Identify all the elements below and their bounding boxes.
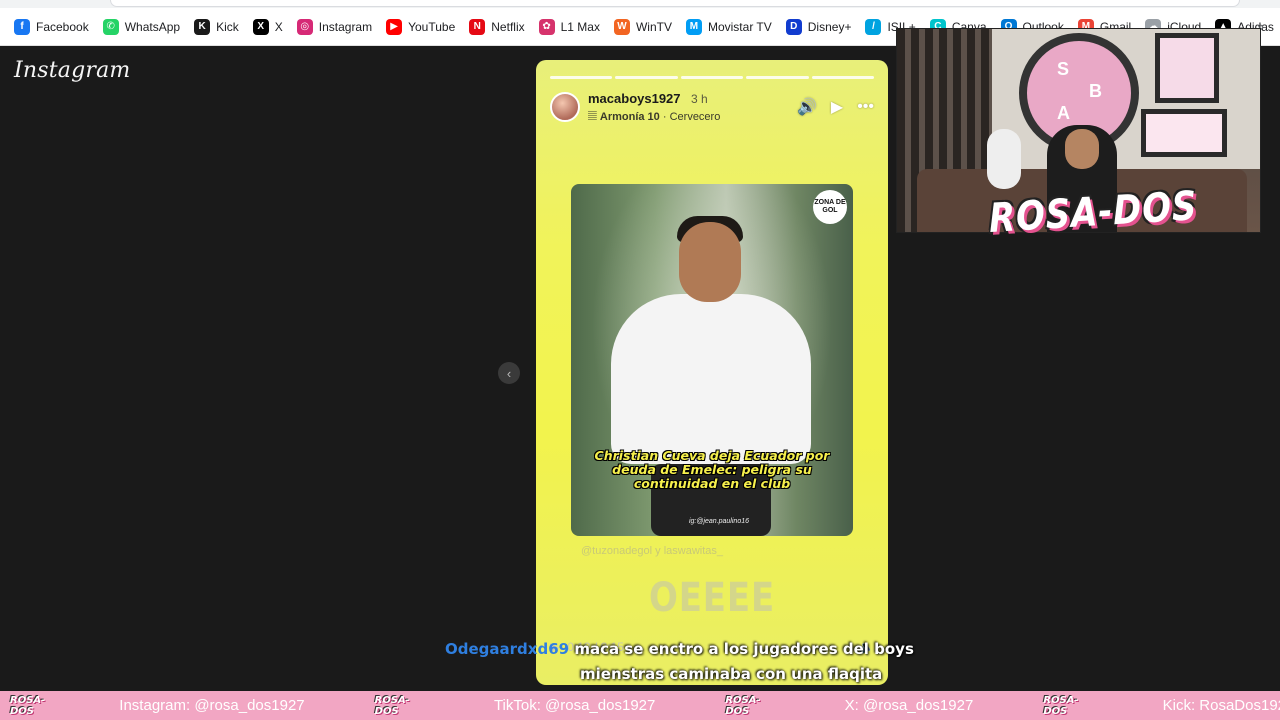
chat-username: Odegaardxd69 [445,640,570,658]
music-title: Cervecero [669,111,721,123]
l1max-icon: ✿ [538,18,555,35]
ticker-logo: ROSA-DOS [725,694,761,717]
bookmark-label: Kick [216,19,239,34]
photo-credit: ig:@jean.paulino16 [688,518,749,525]
instagram-icon: ◎ [296,18,313,35]
bookmark-label: L1 Max [560,19,600,34]
bookmark-kick[interactable]: K Kick [188,13,245,41]
cam-plush-toy [987,129,1021,189]
bookmark-disney[interactable]: D Disney+ [780,13,858,41]
story-progress-bars [550,76,875,79]
chat-text-line2: mienstras caminaba con una flaqita [580,665,883,683]
player-head [679,222,741,302]
cam-jerseys-frame [1141,109,1227,157]
more-options-icon[interactable]: ••• [857,98,874,116]
isil-icon: / [865,18,882,35]
story-big-text: OEEEE [648,575,776,621]
browser-tab-strip [0,0,1280,8]
play-icon[interactable]: ▶ [831,97,843,117]
youtube-icon: ▶ [386,18,403,35]
bookmark-wintv[interactable]: W WinTV [608,13,678,41]
social-ticker: ROSA-DOS Instagram: @rosa_dos1927 ROSA-DOS… [0,691,1280,720]
chat-message: Odegaardxd69 maca se enctro a los jugado… [445,637,965,687]
story-music[interactable]: 𝄚 Armonía 10 · Cervecero [588,111,720,124]
story-headline: Christian Cueva deja Ecuador por deuda d… [594,448,830,491]
instagram-logo[interactable]: Instagram [14,58,130,83]
story-card[interactable]: macaboys1927 3 h 𝄚 Armonía 10 · Cervecer… [536,60,888,685]
disney-icon: D [785,18,802,35]
zona-de-gol-badge: ZONA DE GOL [813,190,847,224]
story-username[interactable]: macaboys1927 [588,91,681,106]
bookmark-label: Facebook [36,19,89,34]
screen: f Facebook ✆ WhatsApp K Kick X X ◎ Instagram ▶ YouT… [0,0,1280,720]
ticker-logo: ROSA-DOS [10,694,46,717]
bookmark-label: YouTube [408,19,456,34]
movistar-icon: M [685,18,702,35]
facebook-icon: f [14,18,30,35]
ticker-logo: ROSA-DOS [374,694,410,717]
bookmark-label: Movistar TV [707,19,772,34]
ticker-item: TikTok: @rosa_dos1927 [493,697,656,714]
ticker-item: Instagram: @rosa_dos1927 [119,697,305,714]
progress-segment [615,76,678,79]
ticker-item: X: @rosa_dos1927 [844,697,974,714]
story-photo: ZONA DE GOL Christian Cueva deja Ecuador… [571,184,853,536]
bookmark-netflix[interactable]: N Netflix [463,13,530,41]
avatar[interactable] [550,92,580,122]
story-time: 3 h [690,92,708,106]
bookmark-x[interactable]: XX [247,13,289,41]
active-tab[interactable] [110,0,1240,7]
volume-icon[interactable]: 🔊 [797,97,817,117]
music-separator: · [662,111,667,123]
bookmark-label: WhatsApp [124,19,181,34]
story-header: macaboys1927 3 h 𝄚 Armonía 10 · Cervecer… [550,90,874,124]
bookmark-facebook[interactable]: f Facebook [8,13,95,41]
previous-story-button[interactable]: ‹ [498,362,520,384]
bookmark-label: WinTV [635,19,672,34]
progress-segment [746,76,809,79]
cam-jersey-frame [1155,33,1219,103]
kick-icon: K [194,18,211,35]
x-icon: X [252,18,269,35]
bookmark-label: Instagram [318,19,373,34]
ticker-logo: ROSA-DOS [1043,694,1079,717]
progress-segment [811,76,875,79]
music-artist: Armonía 10 [599,111,660,123]
player-shirt [611,294,811,464]
progress-segment [550,76,613,79]
bookmark-instagram[interactable]: ◎ Instagram [291,13,378,41]
progress-segment [680,76,744,79]
story-mentions[interactable]: @tuzonadegol y laswawitas_ [581,545,723,557]
bookmark-label: X [274,19,283,34]
story-author: macaboys1927 3 h 𝄚 Armonía 10 · Cervecer… [588,90,720,124]
bookmark-label: Disney+ [807,19,852,34]
cam-streamer-face [1065,129,1099,169]
bookmark-whatsapp[interactable]: ✆ WhatsApp [97,13,186,41]
music-bars-icon: 𝄚 [588,111,597,123]
whatsapp-icon: ✆ [102,18,119,35]
bookmark-youtube[interactable]: ▶ YouTube [380,13,461,41]
ticker-item: Kick: RosaDos1927 [1162,697,1280,714]
chat-text-line1: maca se enctro a los jugadores del boys [574,640,914,658]
bookmark-l1-max[interactable]: ✿ L1 Max [533,13,606,41]
netflix-icon: N [469,18,486,35]
story-controls: 🔊 ▶ ••• [797,97,874,117]
wintv-icon: W [613,18,630,35]
bookmark-movistar-tv[interactable]: M Movistar TV [680,13,778,41]
bookmark-label: Netflix [491,19,525,34]
